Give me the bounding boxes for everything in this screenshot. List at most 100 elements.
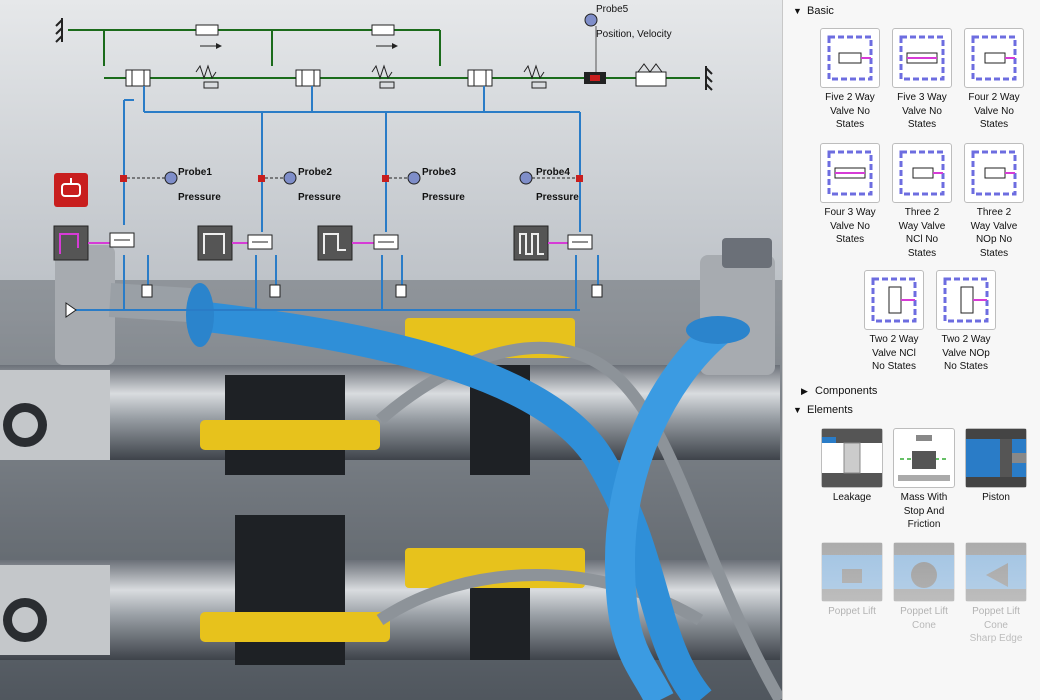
poppet-lift-cone-sharp-edge-icon: [965, 542, 1027, 602]
block-label-line3: States: [835, 119, 865, 130]
library-block-two-2-way-valve-nop[interactable]: Two 2 Way Valve NOp No States: [933, 270, 999, 374]
block-label-line3: NCl No: [905, 234, 939, 245]
valve-1[interactable]: [109, 232, 135, 248]
block-label-line1: Two 2 Way: [941, 334, 991, 345]
block-label-line1: Five 3 Way: [897, 92, 947, 103]
four-2-way-valve-icon: [964, 28, 1024, 88]
section-elements-title: Elements: [807, 404, 853, 416]
collapsed-triangle-icon: ▶: [801, 385, 808, 396]
block-label-line1: Four 2 Way: [968, 92, 1020, 103]
block-label-line2: Valve No: [902, 105, 942, 117]
block-label-line1: Mass With: [900, 492, 948, 503]
probe5-node[interactable]: [584, 13, 598, 27]
block-label-line2: Way Valve: [898, 220, 946, 232]
block-label-line3: Friction: [907, 519, 941, 530]
flow-source[interactable]: [65, 302, 77, 318]
leakage-icon: [821, 428, 883, 488]
valve-block[interactable]: [467, 69, 493, 87]
library-block-four-3-way-valve[interactable]: Four 3 Way Valve No States: [817, 143, 883, 247]
block-label-line2: Valve NCl: [872, 347, 916, 359]
expanded-triangle-icon: ▼: [793, 405, 802, 415]
block-label-line1: Five 2 Way: [825, 92, 875, 103]
library-browser: ▼ Basic Five 2 Way Valve No States Five 3 …: [782, 0, 1040, 700]
library-block-mass-with-stop-and-friction[interactable]: Mass With Stop And Friction: [891, 428, 957, 532]
block-label-line3: Sharp Edge: [969, 633, 1023, 644]
four-3-way-valve-icon: [820, 143, 880, 203]
three-2-way-nop-icon: [964, 143, 1024, 203]
source-block[interactable]: [54, 173, 88, 207]
probe4-node[interactable]: [519, 171, 533, 185]
probe2-label: Probe2: [298, 167, 332, 178]
block-label-line1: Poppet Lift: [900, 606, 948, 617]
expanded-triangle-icon: ▼: [793, 6, 802, 16]
position-sensor[interactable]: [584, 72, 606, 84]
schematic-canvas[interactable]: Probe1 Pressure Probe2 Pressure Probe3 P…: [0, 0, 780, 330]
two-2-way-nop-icon: [936, 270, 996, 330]
block-label-line3: NOp No: [975, 234, 1013, 245]
block-label-line3: States: [835, 234, 865, 245]
block-label-line2: Cone: [912, 619, 936, 631]
poppet-lift-cone-icon: [893, 542, 955, 602]
block-label-line1: Three 2: [976, 207, 1012, 218]
probe2-quantity: Pressure: [298, 192, 341, 203]
signal-block-3[interactable]: [317, 225, 353, 261]
mass-element[interactable]: [195, 24, 222, 49]
block-label-line1: Four 3 Way: [824, 207, 876, 218]
poppet-lift-icon: [821, 542, 883, 602]
block-label-line1: Poppet Lift: [828, 606, 876, 617]
library-block-poppet-lift[interactable]: Poppet Lift: [819, 542, 885, 619]
block-label-line3: States: [979, 119, 1009, 130]
probe3-node[interactable]: [407, 171, 421, 185]
ground-symbol: [705, 66, 713, 91]
probe5-label: Probe5: [596, 4, 629, 15]
probe5-quantity: Position, Velocity: [596, 29, 672, 40]
signal-block-1[interactable]: [53, 225, 89, 261]
mass-stop-friction-icon: [893, 428, 955, 488]
block-label-line3: No States: [944, 361, 988, 372]
section-basic-title: Basic: [807, 5, 834, 17]
valve-block[interactable]: [295, 69, 321, 87]
library-block-three-2-way-valve-ncl[interactable]: Three 2 Way Valve NCl No States: [889, 143, 955, 260]
valve-4[interactable]: [567, 234, 593, 250]
block-label-line1: Piston: [982, 492, 1010, 503]
probe4-quantity: Pressure: [536, 192, 579, 203]
library-block-three-2-way-valve-nop[interactable]: Three 2 Way Valve NOp No States: [961, 143, 1027, 260]
block-label-line2: Stop And: [903, 505, 945, 517]
block-label-line3: No States: [872, 361, 916, 372]
block-label-line2: Way Valve: [970, 220, 1018, 232]
library-block-five-2-way-valve[interactable]: Five 2 Way Valve No States: [817, 28, 883, 132]
library-block-poppet-lift-cone[interactable]: Poppet Lift Cone: [891, 542, 957, 632]
valve-2[interactable]: [247, 234, 273, 250]
library-block-four-2-way-valve[interactable]: Four 2 Way Valve No States: [961, 28, 1027, 132]
library-block-poppet-lift-cone-sharp-edge[interactable]: Poppet Lift Cone Sharp Edge: [963, 542, 1029, 646]
block-label-line4: States: [979, 247, 1009, 259]
section-elements-header[interactable]: ▼ Elements: [793, 404, 853, 416]
library-block-two-2-way-valve-ncl[interactable]: Two 2 Way Valve NCl No States: [861, 270, 927, 374]
piston-icon: [965, 428, 1027, 488]
library-block-five-3-way-valve[interactable]: Five 3 Way Valve No States: [889, 28, 955, 132]
library-block-piston[interactable]: Piston: [963, 428, 1029, 505]
mass-element[interactable]: [371, 24, 398, 49]
library-block-leakage[interactable]: Leakage: [819, 428, 885, 505]
signal-block-2[interactable]: [197, 225, 233, 261]
block-label-line2: Valve NOp: [942, 347, 990, 359]
valve-block[interactable]: [125, 69, 151, 87]
block-label-line2: Valve No: [974, 105, 1014, 117]
block-label-line1: Leakage: [832, 492, 872, 503]
valve-3[interactable]: [373, 234, 399, 250]
ground-symbol: [55, 18, 63, 43]
block-label-line2: Valve No: [830, 220, 870, 232]
block-label-line4: States: [907, 247, 937, 259]
probe1-node[interactable]: [164, 171, 178, 185]
block-label-line2: Valve No: [830, 105, 870, 117]
section-components-title: Components: [815, 385, 878, 397]
block-label-line1: Poppet Lift: [972, 606, 1020, 617]
signal-block-4[interactable]: [513, 225, 549, 261]
probe1-label: Probe1: [178, 167, 212, 178]
section-basic-header[interactable]: ▼ Basic: [793, 5, 834, 17]
probe2-node[interactable]: [283, 171, 297, 185]
probe3-quantity: Pressure: [422, 192, 465, 203]
block-label-line1: Three 2: [904, 207, 940, 218]
hard-stop[interactable]: [635, 63, 667, 87]
section-components-header[interactable]: ▶ Components: [801, 385, 877, 397]
